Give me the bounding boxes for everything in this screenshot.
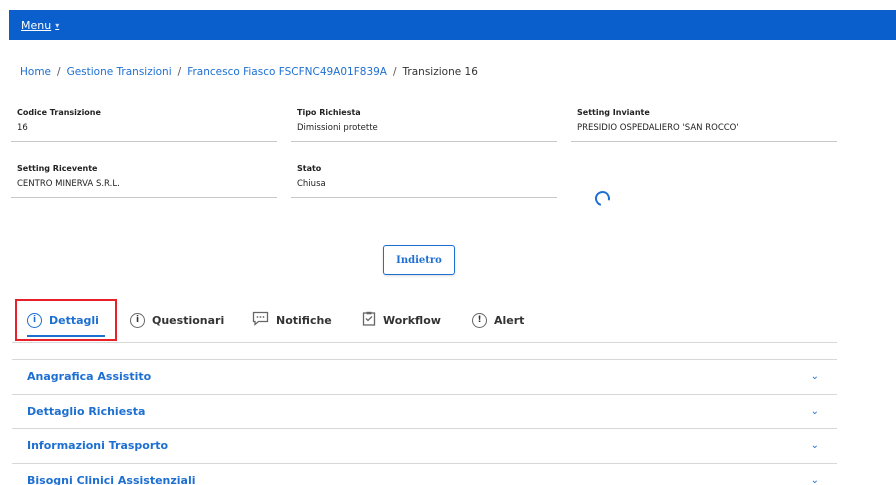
menu-label: Menu [21,18,52,32]
tab-label: Dettagli [49,313,99,327]
accordion-bisogni-clinici[interactable]: Bisogni Clinici Assistenziali ⌄ [12,462,837,485]
exclamation-circle-icon: ! [472,312,487,328]
tab-label: Workflow [383,313,441,327]
info-circle-icon: i [27,312,42,328]
accordion-title: Informazioni Trasporto [27,439,169,453]
field-stato: Stato Chiusa [291,164,557,198]
tab-notifiche[interactable]: Notifiche [252,299,332,341]
accordion: Anagrafica Assistito ⌄ Dettaglio Richies… [12,359,837,485]
field-label: Stato [297,164,322,173]
field-value: PRESIDIO OSPEDALIERO 'SAN ROCCO' [577,123,739,133]
field-codice-transizione: Codice Transizione 16 [11,108,277,142]
breadcrumb-patient[interactable]: Francesco Fiasco FSCFNC49A01F839A [187,66,387,78]
tab-workflow[interactable]: Workflow [362,299,441,341]
tab-questionari[interactable]: i Questionari [130,299,224,341]
chat-bubble-icon [252,311,269,329]
accordion-informazioni-trasporto[interactable]: Informazioni Trasporto ⌄ [12,428,837,463]
breadcrumb-separator: / [177,66,182,78]
field-setting-inviante: Setting Inviante PRESIDIO OSPEDALIERO 'S… [571,108,837,142]
accordion-title: Dettaglio Richiesta [27,404,146,418]
caret-down-icon: ▾ [55,20,60,30]
accordion-title: Bisogni Clinici Assistenziali [27,473,196,485]
tab-bar: i Dettagli i Questionari Notifiche Workf… [12,299,837,343]
info-circle-icon: i [130,312,145,328]
top-navbar: Menu ▾ [9,10,896,40]
tab-label: Questionari [152,313,225,327]
field-value: CENTRO MINERVA S.R.L. [17,179,120,189]
field-setting-ricevente: Setting Ricevente CENTRO MINERVA S.R.L. [11,164,277,198]
field-label: Codice Transizione [17,108,101,117]
breadcrumb-current: Transizione 16 [402,66,478,78]
tab-label: Alert [494,313,525,327]
breadcrumb-separator: / [393,66,397,78]
field-value: Chiusa [297,179,326,189]
tab-label: Notifiche [276,313,332,327]
tab-dettagli[interactable]: i Dettagli [15,299,117,341]
chevron-down-icon: ⌄ [810,440,819,452]
accordion-dettaglio-richiesta[interactable]: Dettaglio Richiesta ⌄ [12,393,837,429]
field-label: Setting Ricevente [17,164,98,173]
tab-alert[interactable]: ! Alert [472,299,524,341]
field-value: 16 [17,123,28,133]
loading-spinner-icon [592,188,613,209]
chevron-down-icon: ⌄ [810,474,819,485]
field-tipo-richiesta: Tipo Richiesta Dimissioni protette [291,108,557,142]
field-value: Dimissioni protette [297,123,378,133]
menu-dropdown[interactable]: Menu ▾ [21,19,59,32]
chevron-down-icon: ⌄ [810,371,819,383]
field-label: Setting Inviante [577,108,650,117]
breadcrumb-gestione-transizioni[interactable]: Gestione Transizioni [67,66,172,78]
clipboard-icon [362,311,376,329]
field-label: Tipo Richiesta [297,108,361,117]
breadcrumb-home[interactable]: Home [20,66,51,78]
back-button[interactable]: Indietro [383,245,455,275]
breadcrumb-separator: / [57,66,61,78]
accordion-title: Anagrafica Assistito [27,370,152,384]
chevron-down-icon: ⌄ [810,405,819,417]
breadcrumb: Home / Gestione Transizioni / Francesco … [20,66,478,78]
accordion-anagrafica-assistito[interactable]: Anagrafica Assistito ⌄ [12,359,837,394]
